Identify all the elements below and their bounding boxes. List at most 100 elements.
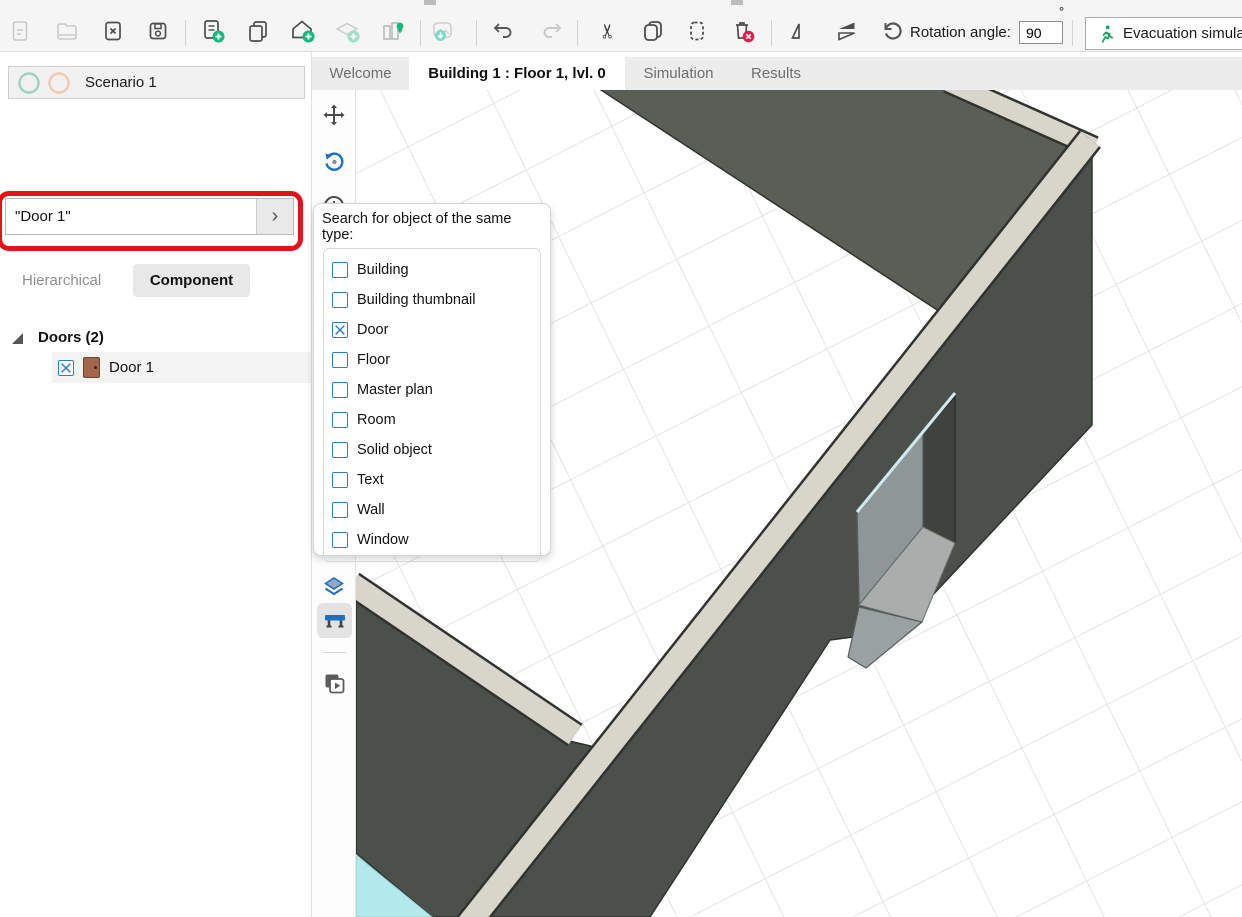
toolbar-separator — [476, 20, 477, 46]
option-label: Master plan — [357, 382, 433, 398]
option-label: Floor — [357, 352, 390, 368]
tab-simulation[interactable]: Simulation — [625, 57, 732, 90]
layers-tool-button[interactable] — [319, 572, 349, 602]
redo-button[interactable] — [535, 14, 569, 48]
door-tool-icon — [322, 608, 348, 634]
undo-button[interactable] — [486, 14, 520, 48]
tool-separator — [322, 652, 346, 653]
rotate-left-icon — [879, 18, 905, 44]
rotate-left-button[interactable] — [875, 14, 909, 48]
scenario-bar[interactable]: Scenario 1 — [8, 66, 305, 99]
toolbar-separator — [420, 20, 421, 46]
toolbar-separator — [1072, 20, 1073, 46]
window-title-artifact — [731, 0, 743, 5]
evacuation-simulation-button[interactable]: Evacuation simula — [1085, 17, 1242, 50]
toolbar-separator — [771, 20, 772, 46]
delete-button[interactable] — [726, 14, 760, 48]
rotation-angle-label: Rotation angle: — [910, 24, 1011, 41]
tree-item-door1[interactable]: Door 1 — [52, 352, 311, 383]
move-tool-button[interactable] — [319, 100, 349, 130]
copy-button[interactable] — [636, 14, 670, 48]
search-input[interactable] — [6, 199, 265, 234]
duplicate-scenario-button[interactable] — [241, 14, 275, 48]
tab-hierarchical[interactable]: Hierarchical — [22, 272, 101, 289]
room-checkbox[interactable] — [332, 412, 348, 428]
option-building-thumbnail[interactable]: Building thumbnail — [324, 285, 540, 315]
open-folder-icon — [55, 19, 79, 43]
building-checkbox[interactable] — [332, 262, 348, 278]
mirror-horizontal-icon — [789, 19, 813, 43]
option-master-plan[interactable]: Master plan — [324, 375, 540, 405]
copy-icon — [641, 19, 665, 43]
close-file-button[interactable] — [96, 14, 130, 48]
add-building-icon — [289, 18, 315, 44]
option-label: Solid object — [357, 442, 432, 458]
wall-checkbox[interactable] — [332, 502, 348, 518]
option-window[interactable]: Window — [324, 525, 540, 555]
add-scenario-button[interactable] — [196, 14, 230, 48]
presentation-icon — [322, 671, 347, 696]
import-image-button[interactable] — [426, 14, 460, 48]
option-label: Door — [357, 322, 388, 338]
application-window: ✂ Rotation angle: ° Evacuation simula — [0, 0, 1242, 917]
rotate-view-icon — [321, 148, 347, 174]
option-wall[interactable]: Wall — [324, 495, 540, 525]
option-label: Wall — [357, 502, 385, 518]
option-text[interactable]: Text — [324, 465, 540, 495]
save-button[interactable] — [141, 14, 175, 48]
option-building[interactable]: Building — [324, 255, 540, 285]
paste-button[interactable] — [680, 14, 714, 48]
paste-icon — [685, 19, 709, 43]
mirror-vertical-icon — [834, 19, 858, 43]
new-document-button[interactable] — [3, 14, 37, 48]
option-door[interactable]: Door — [324, 315, 540, 345]
tab-building-floor[interactable]: Building 1 : Floor 1, lvl. 0 — [409, 57, 625, 90]
scenario-circle-green-icon — [17, 71, 41, 95]
tree-group-doors[interactable]: Doors (2) — [38, 329, 104, 346]
door1-checkbox[interactable] — [58, 360, 74, 376]
option-label: Building thumbnail — [357, 292, 476, 308]
close-file-icon — [101, 19, 125, 43]
add-floor-icon — [334, 18, 360, 44]
scenario-circle-orange-icon — [47, 71, 71, 95]
new-document-icon — [8, 19, 32, 43]
degree-symbol: ° — [1059, 4, 1064, 19]
tab-component[interactable]: Component — [133, 264, 250, 297]
option-floor[interactable]: Floor — [324, 345, 540, 375]
option-solid-object[interactable]: Solid object — [324, 435, 540, 465]
building-thumbnail-checkbox[interactable] — [332, 292, 348, 308]
toolbar-separator — [577, 20, 578, 46]
site-plan-icon — [380, 18, 406, 44]
option-label: Room — [357, 412, 396, 428]
cut-button[interactable]: ✂ — [591, 14, 625, 48]
option-room[interactable]: Room — [324, 405, 540, 435]
add-floor-button[interactable] — [330, 14, 364, 48]
rotation-angle-input[interactable] — [1019, 21, 1063, 44]
site-plan-button[interactable] — [376, 14, 410, 48]
rotate-view-tool-button[interactable] — [319, 146, 349, 176]
type-option-list: Building Building thumbnail Door Floor M… — [323, 248, 541, 562]
add-building-button[interactable] — [285, 14, 319, 48]
search-submit-button[interactable]: › — [256, 199, 293, 234]
mirror-vertical-button[interactable] — [829, 14, 863, 48]
door1-label: Door 1 — [109, 359, 154, 376]
mirror-horizontal-button[interactable] — [784, 14, 818, 48]
text-checkbox[interactable] — [332, 472, 348, 488]
door-tool-button[interactable] — [317, 603, 352, 638]
door-checkbox[interactable] — [332, 322, 348, 338]
tab-results[interactable]: Results — [732, 57, 820, 90]
solid-object-checkbox[interactable] — [332, 442, 348, 458]
open-folder-button[interactable] — [50, 14, 84, 48]
save-icon — [146, 19, 170, 43]
presentation-tool-button[interactable] — [319, 668, 349, 698]
tab-welcome[interactable]: Welcome — [312, 57, 409, 90]
master-plan-checkbox[interactable] — [332, 382, 348, 398]
floor-checkbox[interactable] — [332, 352, 348, 368]
move-icon — [322, 103, 346, 127]
redo-icon — [539, 18, 565, 44]
object-search-box: › — [5, 198, 294, 235]
window-checkbox[interactable] — [332, 532, 348, 548]
document-tab-bar: Welcome Building 1 : Floor 1, lvl. 0 Sim… — [312, 57, 1242, 90]
tree-expander-icon[interactable] — [12, 333, 23, 344]
window-title-artifact — [424, 0, 436, 5]
